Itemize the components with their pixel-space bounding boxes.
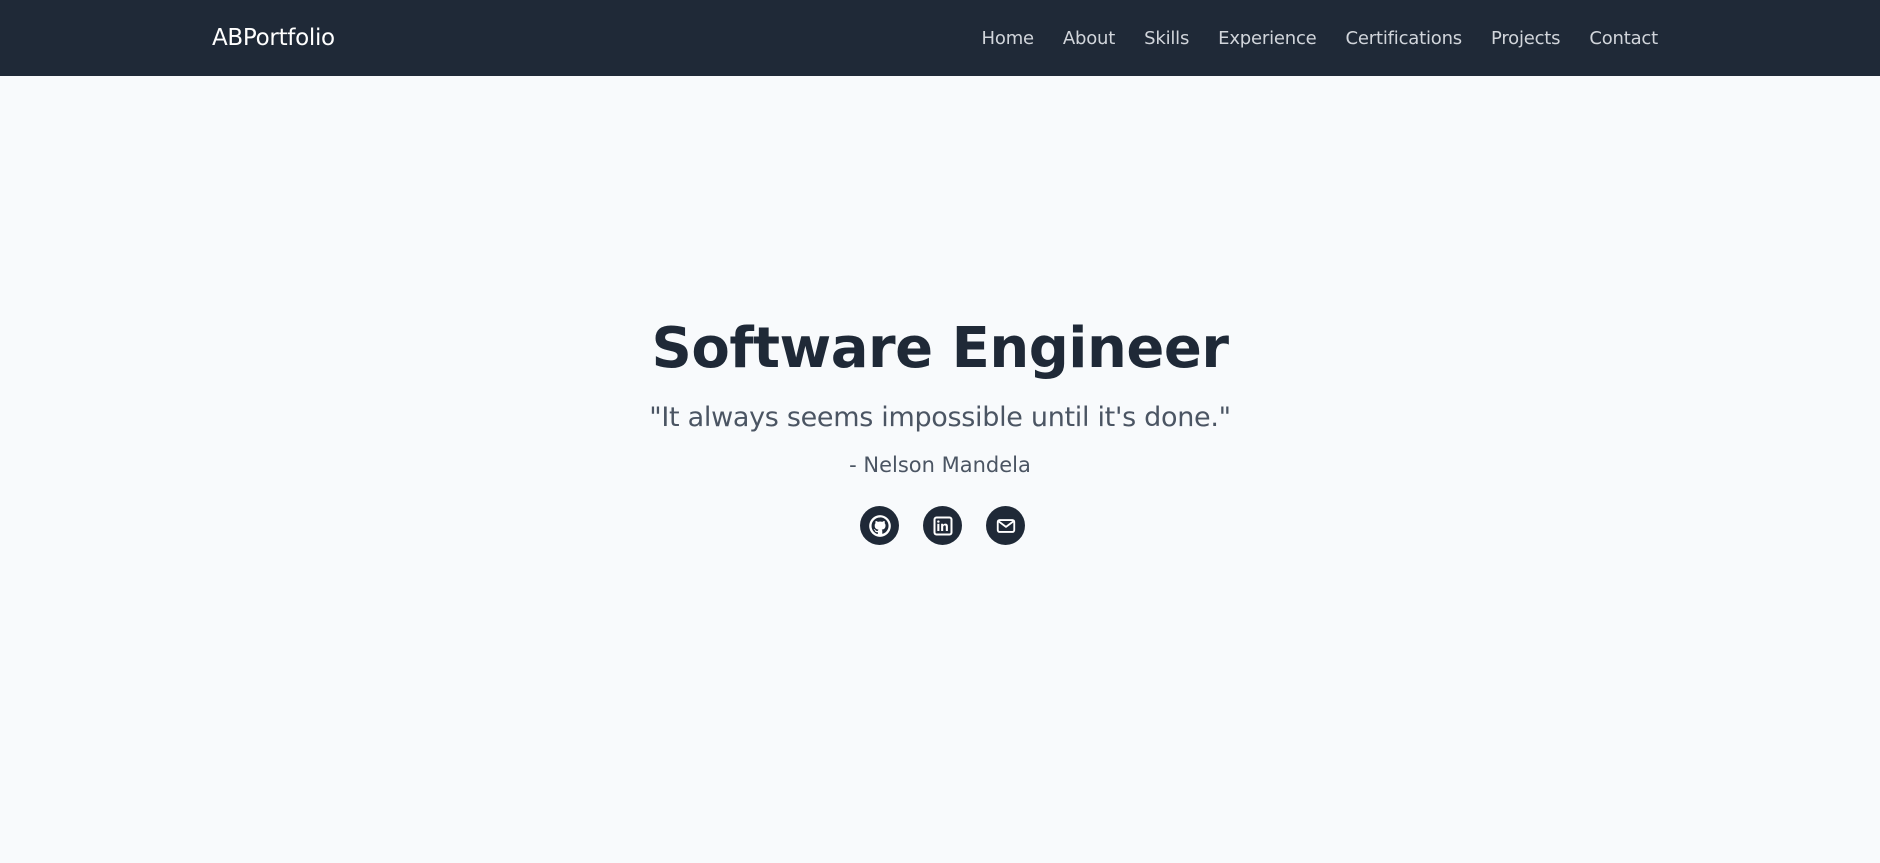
nav-item-about: About [1063,28,1115,49]
navbar: ABPortfolio Home About Skills Experience… [0,0,1880,76]
nav-item-certifications: Certifications [1346,28,1463,49]
nav-link-about[interactable]: About [1063,28,1115,49]
hero-quote: "It always seems impossible until it's d… [649,402,1231,433]
nav-item-projects: Projects [1491,28,1561,49]
nav-item-skills: Skills [1144,28,1189,49]
nav-link-home[interactable]: Home [982,28,1035,49]
nav-link-certifications[interactable]: Certifications [1346,28,1463,49]
email-link[interactable] [986,506,1025,545]
nav-item-home: Home [982,28,1035,49]
nav-links: Home About Skills Experience Certificati… [982,0,1659,76]
nav-link-skills[interactable]: Skills [1144,28,1189,49]
hero-section: Software Engineer "It always seems impos… [0,76,1880,863]
hero-quote-author: - Nelson Mandela [849,453,1031,477]
social-links [860,506,1025,545]
nav-link-experience[interactable]: Experience [1218,28,1317,49]
mail-icon [996,518,1015,533]
linkedin-icon [933,516,952,535]
nav-item-experience: Experience [1218,28,1317,49]
brand-logo[interactable]: ABPortfolio [212,0,335,76]
hero-title: Software Engineer [651,316,1229,381]
github-link[interactable] [860,506,899,545]
github-icon [868,514,891,537]
linkedin-link[interactable] [923,506,962,545]
nav-link-contact[interactable]: Contact [1589,28,1658,49]
nav-item-contact: Contact [1589,28,1658,49]
nav-link-projects[interactable]: Projects [1491,28,1561,49]
